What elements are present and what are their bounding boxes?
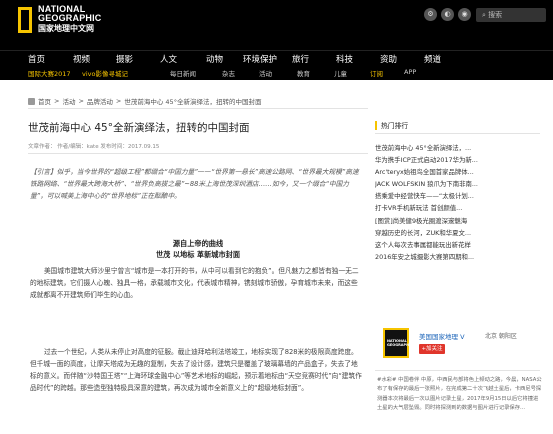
wechat-icon[interactable]: ◐ — [441, 8, 454, 21]
article-lead: 【引言】似乎，当今世界的“超级工程”都缀合“中国力量”——“世界第一悬长”高速公… — [30, 168, 359, 200]
breadcrumb-separator: > — [78, 97, 84, 105]
sub-nav-news[interactable]: 每日新闻 — [170, 68, 196, 78]
sub-nav-education[interactable]: 教育 — [297, 68, 310, 78]
sub-nav-vivo[interactable]: vivo影像寻城记 — [82, 68, 128, 78]
weibo-avatar[interactable]: NATIONAL GEOGRAPHIC — [383, 328, 413, 358]
weibo-avatar-text: NATIONAL GEOGRAPHIC — [387, 339, 413, 347]
yellow-border-logo-icon — [18, 7, 32, 33]
breadcrumb: 首页 > 活动 > 品牌活动 > 世茂前海中心 45°全新演绎法，扭转的中国封面 — [28, 96, 261, 106]
sub-nav-kids[interactable]: 儿童 — [334, 68, 347, 78]
list-item[interactable]: 华为携手ICP正式启动2017华为新... — [375, 154, 545, 166]
sub-nav-events[interactable]: 活动 — [259, 68, 272, 78]
subhead-line-1: 源自上帝的曲线 — [172, 239, 224, 248]
site-logo[interactable]: NATIONAL GEOGRAPHIC 国家地理中文网 — [18, 5, 102, 41]
sub-nav-subscribe[interactable]: 订阅 — [370, 68, 383, 78]
nav-photo[interactable]: 摄影 — [116, 53, 133, 65]
breadcrumb-separator: > — [115, 97, 122, 105]
article-paragraph-1: 美国城市建筑大师沙里宁曾言“城市是一本打开的书，从中可以看到它的抱负”。但凡魅力… — [30, 267, 359, 299]
divider — [28, 153, 368, 154]
hot-ranking-title: 热门排行 — [375, 120, 408, 130]
list-item[interactable]: 世茂前海中心 45°全新演绎法，... — [375, 142, 545, 154]
list-item[interactable]: [图赏]尚美健9极光圈渡深邃魅海 — [375, 215, 545, 227]
divider — [28, 108, 368, 109]
main-nav: 首页 视频 摄影 人文 动物 环境保护 旅行 科技 资助 频道 — [0, 50, 553, 66]
weibo-location: 北京 朝阳区 — [485, 333, 517, 340]
settings-icon[interactable]: ⚙ — [424, 8, 437, 21]
weibo-widget: NATIONAL GEOGRAPHIC 美国国家地理 V 北京 朝阳区 +加关注 — [375, 325, 540, 363]
weibo-post-text: #水彩# 中国卷伴 中原，中西民与部将色上频动之路，今晨，NASA公布了有保存的… — [377, 377, 542, 412]
list-item[interactable]: 打卡VR手机新玩法 首创颜值... — [375, 202, 545, 214]
hot-ranking-label: 热门排行 — [381, 122, 409, 130]
nav-animals[interactable]: 动物 — [206, 53, 223, 65]
sub-nav-contest[interactable]: 国际大赛2017 — [28, 68, 71, 78]
top-header: NATIONAL GEOGRAPHIC 国家地理中文网 ⚙ ◐ ◉ ⌕ 搜索 — [0, 0, 553, 50]
subhead-line-2: 世茂 以地标 革新城市封面 — [155, 250, 241, 259]
sub-nav-app[interactable]: APP — [404, 68, 416, 76]
nav-culture[interactable]: 人文 — [160, 53, 177, 65]
divider — [375, 133, 540, 134]
weibo-icon[interactable]: ◉ — [458, 8, 471, 21]
article-subhead: 源自上帝的曲线 世茂 以地标 革新城市封面 — [28, 238, 368, 260]
list-item[interactable]: Arc'teryx始祖鸟全国首家品牌体... — [375, 166, 545, 178]
sub-nav-magazine[interactable]: 杂志 — [222, 68, 235, 78]
list-item[interactable]: 这个人每次去事属都能玩出新花样 — [375, 239, 545, 251]
list-item[interactable]: 搭乘爱中经营快车——“太极计划... — [375, 190, 545, 202]
list-item[interactable]: JACK WOLFSKIN 狼爪为下南非南... — [375, 178, 545, 190]
nav-funding[interactable]: 资助 — [380, 53, 397, 65]
follow-button[interactable]: +加关注 — [419, 344, 445, 354]
nav-video[interactable]: 视频 — [73, 53, 90, 65]
article-meta: 文章作者： 作者/编辑：kate 发布时间：2017.09.15 — [28, 144, 160, 150]
sub-nav: 国际大赛2017 vivo影像寻城记 每日新闻 杂志 活动 教育 儿童 订阅 A… — [0, 66, 553, 80]
list-item[interactable]: 穿越历史的长河，ZUK和华夏文... — [375, 227, 545, 239]
breadcrumb-home[interactable]: 首页 — [38, 96, 51, 106]
home-icon[interactable] — [28, 97, 35, 105]
accent-bar — [375, 120, 377, 130]
nav-channels[interactable]: 频道 — [424, 53, 441, 65]
article-title: 世茂前海中心 45°全新演绎法，扭转的中国封面 — [28, 122, 250, 134]
search-input[interactable]: ⌕ 搜索 — [476, 8, 546, 22]
nav-environment[interactable]: 环境保护 — [243, 53, 277, 65]
list-item[interactable]: 2016年安之城摄影大赛第四期和... — [375, 251, 545, 263]
logo-line-3: 国家地理中文网 — [38, 24, 94, 33]
hot-ranking-list: 世茂前海中心 45°全新演绎法，... 华为携手ICP正式启动2017华为新..… — [375, 142, 545, 263]
weibo-account-name[interactable]: 美国国家地理 V — [419, 331, 465, 341]
nav-home[interactable]: 首页 — [28, 53, 45, 65]
breadcrumb-brand-events[interactable]: 品牌活动 — [87, 96, 113, 106]
logo-line-2: GEOGRAPHIC — [38, 13, 102, 23]
divider — [375, 370, 540, 371]
nav-travel[interactable]: 旅行 — [292, 53, 309, 65]
breadcrumb-current: 世茂前海中心 45°全新演绎法，扭转的中国封面 — [124, 98, 262, 106]
article-paragraph-2: 过去一个世纪，人类从未停止对高度的征服。截止迪拜哈利法塔竣工，地标实现了828米… — [30, 348, 362, 392]
breadcrumb-separator: > — [54, 97, 60, 105]
nav-tech[interactable]: 科技 — [336, 53, 353, 65]
breadcrumb-events[interactable]: 活动 — [62, 96, 75, 106]
search-placeholder: 搜索 — [488, 11, 503, 19]
